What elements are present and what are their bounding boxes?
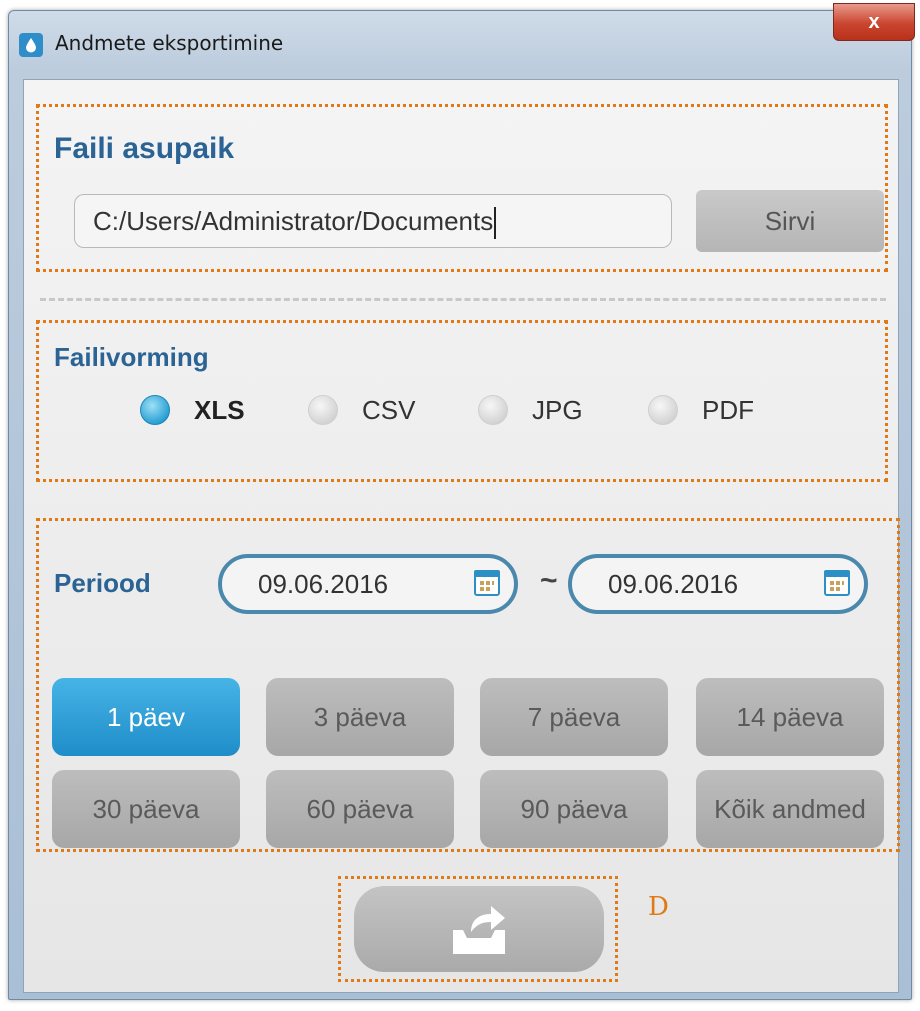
close-icon: x: [868, 10, 880, 33]
format-radio-xls[interactable]: XLS: [140, 390, 245, 430]
dialog-content: Faili asupaik C:/Users/Administrator/Doc…: [23, 79, 900, 993]
format-option-label: JPG: [532, 394, 583, 425]
start-date-value: 09.06.2016: [258, 569, 389, 599]
format-option-label: CSV: [362, 394, 416, 425]
section-divider: [40, 298, 886, 301]
browse-button[interactable]: Sirvi: [696, 190, 884, 252]
radio-checked-icon: [140, 395, 170, 425]
period-label: Periood: [54, 568, 151, 598]
range-button-60-days[interactable]: 60 päeva: [266, 770, 454, 848]
app-drop-icon: [19, 33, 43, 57]
window-title: Andmete eksportimine: [55, 31, 284, 55]
annotation-marker: D: [648, 892, 669, 922]
path-value: C:/Users/Administrator/Documents: [93, 206, 494, 236]
format-radio-csv[interactable]: CSV: [308, 390, 415, 430]
format-option-label: PDF: [702, 394, 754, 425]
end-date-value: 09.06.2016: [608, 569, 739, 599]
format-radio-pdf[interactable]: PDF: [648, 390, 754, 430]
path-input[interactable]: C:/Users/Administrator/Documents: [74, 194, 672, 248]
radio-unchecked-icon: [308, 395, 338, 425]
calendar-icon[interactable]: [474, 570, 500, 596]
range-button-14-days[interactable]: 14 päeva: [696, 678, 884, 756]
text-caret: [494, 207, 497, 240]
start-date-field[interactable]: 09.06.2016: [218, 554, 518, 614]
range-button-30-days[interactable]: 30 päeva: [52, 770, 240, 848]
range-button-7-days[interactable]: 7 päeva: [480, 678, 668, 756]
format-option-label: XLS: [194, 394, 245, 425]
format-radio-jpg[interactable]: JPG: [478, 390, 583, 430]
export-button[interactable]: [354, 886, 604, 972]
range-button-1-day[interactable]: 1 päev: [52, 678, 240, 756]
location-heading: Faili asupaik: [54, 132, 235, 165]
end-date-field[interactable]: 09.06.2016: [568, 554, 868, 614]
title-bar[interactable]: Andmete eksportimine x: [9, 3, 915, 69]
close-button[interactable]: x: [833, 3, 915, 41]
export-icon: [453, 906, 505, 954]
range-button-90-days[interactable]: 90 päeva: [480, 770, 668, 848]
range-separator: ~: [540, 564, 558, 597]
export-dialog-window: Andmete eksportimine x Faili asupaik C:/…: [8, 3, 915, 1000]
range-button-3-days[interactable]: 3 päeva: [266, 678, 454, 756]
radio-unchecked-icon: [478, 395, 508, 425]
format-heading: Failivorming: [54, 342, 209, 372]
range-button-all-data[interactable]: Kõik andmed: [696, 770, 884, 848]
calendar-icon[interactable]: [824, 570, 850, 596]
radio-unchecked-icon: [648, 395, 678, 425]
